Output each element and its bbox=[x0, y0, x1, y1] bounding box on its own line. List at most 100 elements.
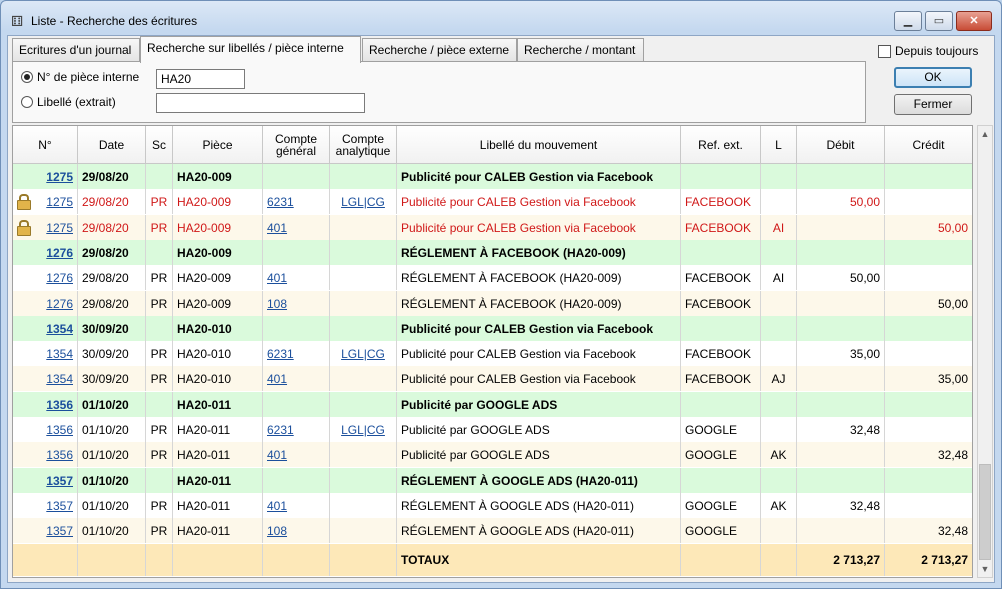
table-row[interactable]: 1357 01/10/20 PR HA20-011 401 RÉGLEMENT À GOO… bbox=[13, 493, 972, 518]
col-piece-value: HA20-010 bbox=[177, 346, 232, 361]
group-row[interactable]: 1356 01/10/20 HA20-011 Publicité par GOOGLE… bbox=[13, 392, 972, 417]
col-compte-analytique-cell bbox=[330, 291, 397, 316]
col-l-cell bbox=[761, 164, 797, 189]
scroll-up-arrow[interactable]: ▲ bbox=[978, 126, 992, 142]
col-date-value: 01/10/20 bbox=[82, 498, 129, 513]
col-l-value: AK bbox=[770, 498, 787, 513]
tab-recherche-libelles[interactable]: Recherche sur libellés / pièce interne bbox=[140, 36, 361, 63]
col-piece-cell: HA20-011 bbox=[173, 493, 263, 518]
col-libelle-cell: Publicité pour CALEB Gestion via Faceboo… bbox=[397, 366, 681, 391]
compte-general-link[interactable]: 6231 bbox=[267, 347, 294, 361]
col-num-cell: 1276 bbox=[13, 240, 78, 265]
entry-number-link[interactable]: 1357 bbox=[46, 499, 73, 513]
table-row[interactable]: 1276 29/08/20 PR HA20-009 108 RÉGLEMENT À FAC… bbox=[13, 291, 972, 316]
minimize-button[interactable]: ▁ bbox=[894, 11, 922, 31]
vertical-scrollbar[interactable]: ▲ ▼ bbox=[977, 125, 993, 578]
depuis-toujours-row[interactable]: Depuis toujours bbox=[878, 44, 978, 58]
col-credit-cell bbox=[885, 341, 972, 366]
col-num-cell: 1354 bbox=[13, 341, 78, 366]
table-row[interactable]: 1354 30/09/20 PR HA20-010 6231 LGL|CG Publicit… bbox=[13, 341, 972, 366]
header-col-date[interactable]: Date bbox=[78, 126, 146, 164]
piece-radio-row[interactable]: N° de pièce interne bbox=[21, 68, 139, 86]
title-bar[interactable]: ⚅ Liste - Recherche des écritures ▁ ▭ ✕ bbox=[1, 1, 1001, 37]
header-col-ref-ext[interactable]: Ref. ext. bbox=[681, 126, 761, 164]
entry-number-link[interactable]: 1356 bbox=[46, 423, 73, 437]
table-row[interactable]: 1356 01/10/20 PR HA20-011 6231 LGL|CG Publicit… bbox=[13, 417, 972, 442]
entry-number-link[interactable]: 1275 bbox=[46, 170, 73, 184]
entry-number-link[interactable]: 1276 bbox=[46, 246, 73, 260]
group-row[interactable]: 1275 29/08/20 HA20-009 Publicité pour CALEB… bbox=[13, 164, 972, 189]
header-col-piece[interactable]: Pièce bbox=[173, 126, 263, 164]
group-row[interactable]: 1354 30/09/20 HA20-010 Publicité pour CALEB… bbox=[13, 316, 972, 341]
scroll-down-arrow[interactable]: ▼ bbox=[978, 561, 992, 577]
header-col-num[interactable]: N° bbox=[13, 126, 78, 164]
fermer-button[interactable]: Fermer bbox=[894, 94, 972, 115]
depuis-toujours-checkbox[interactable] bbox=[878, 44, 891, 58]
header-col-debit[interactable]: Débit bbox=[797, 126, 885, 164]
compte-general-link[interactable]: 401 bbox=[267, 448, 287, 462]
entry-number-link[interactable]: 1354 bbox=[46, 347, 73, 361]
compte-analytique-link[interactable]: LGL|CG bbox=[341, 347, 385, 361]
compte-general-link[interactable]: 401 bbox=[267, 271, 287, 285]
group-row[interactable]: 1357 01/10/20 HA20-011 RÉGLEMENT À GOOGLE A… bbox=[13, 468, 972, 493]
compte-general-link[interactable]: 401 bbox=[267, 372, 287, 386]
header-col-compte-analytique[interactable]: Compte analytique bbox=[330, 126, 397, 164]
compte-general-link[interactable]: 401 bbox=[267, 221, 287, 235]
col-debit-cell: 32,48 bbox=[797, 493, 885, 518]
col-debit-cell bbox=[797, 442, 885, 467]
piece-radio[interactable] bbox=[21, 71, 33, 83]
compte-general-link[interactable]: 108 bbox=[267, 524, 287, 538]
table-row[interactable]: 1275 29/08/20 PR HA20-009 6231 LGL|CG Publicit… bbox=[13, 189, 972, 214]
compte-analytique-link[interactable]: LGL|CG bbox=[341, 195, 385, 209]
col-num-cell: 1275 bbox=[13, 164, 78, 189]
header-col-libelle[interactable]: Libellé du mouvement bbox=[397, 126, 681, 164]
table-row[interactable]: 1356 01/10/20 PR HA20-011 401 Publicité par G… bbox=[13, 442, 972, 467]
col-l-value: AI bbox=[772, 270, 785, 285]
header-col-compte-general[interactable]: Compte général bbox=[263, 126, 330, 164]
compte-analytique-link[interactable]: LGL|CG bbox=[341, 423, 385, 437]
ok-button[interactable]: OK bbox=[894, 67, 972, 88]
entry-number-link[interactable]: 1276 bbox=[46, 297, 73, 311]
table-row[interactable]: 1276 29/08/20 PR HA20-009 401 RÉGLEMENT À FAC… bbox=[13, 265, 972, 290]
piece-input[interactable]: HA20 bbox=[156, 69, 245, 89]
col-piece-value: HA20-011 bbox=[177, 498, 231, 513]
table-row[interactable]: 1275 29/08/20 PR HA20-009 401 Publicité pour … bbox=[13, 215, 972, 240]
col-credit-value: 50,00 bbox=[937, 296, 968, 311]
tab-ecritures-journal[interactable]: Ecritures d'un journal bbox=[12, 38, 140, 62]
table-row[interactable]: 1354 30/09/20 PR HA20-010 401 Publicité pour … bbox=[13, 366, 972, 391]
entry-number-link[interactable]: 1275 bbox=[46, 221, 73, 235]
col-sc-cell: PR bbox=[146, 341, 173, 366]
close-button[interactable]: ✕ bbox=[956, 11, 992, 31]
entry-number-link[interactable]: 1354 bbox=[46, 322, 73, 336]
entries-grid[interactable]: N° Date Sc Pièce Compte général Compte analyt… bbox=[12, 125, 973, 578]
tab-recherche-montant[interactable]: Recherche / montant bbox=[517, 38, 644, 62]
compte-general-link[interactable]: 108 bbox=[267, 297, 287, 311]
scroll-thumb[interactable] bbox=[979, 464, 991, 560]
libelle-radio-row[interactable]: Libellé (extrait) bbox=[21, 93, 116, 111]
col-date-cell: 29/08/20 bbox=[78, 291, 146, 316]
header-col-l[interactable]: L bbox=[761, 126, 797, 164]
col-compte-general-cell: 6231 bbox=[263, 417, 330, 442]
entry-number-link[interactable]: 1354 bbox=[46, 372, 73, 386]
table-row[interactable]: 1357 01/10/20 PR HA20-011 108 RÉGLEMENT À GOO… bbox=[13, 518, 972, 543]
entry-number-link[interactable]: 1276 bbox=[46, 271, 73, 285]
header-col-credit[interactable]: Crédit bbox=[885, 126, 972, 164]
tab-recherche-piece-externe[interactable]: Recherche / pièce externe bbox=[362, 38, 517, 62]
col-debit-value: 32,48 bbox=[849, 498, 880, 513]
header-col-sc[interactable]: Sc bbox=[146, 126, 173, 164]
entry-number-link[interactable]: 1356 bbox=[46, 398, 73, 412]
entry-number-link[interactable]: 1357 bbox=[46, 474, 73, 488]
col-compte-general-cell: 6231 bbox=[263, 341, 330, 366]
compte-general-link[interactable]: 6231 bbox=[267, 195, 294, 209]
maximize-button[interactable]: ▭ bbox=[925, 11, 953, 31]
group-row[interactable]: 1276 29/08/20 HA20-009 RÉGLEMENT À FACEBOOK… bbox=[13, 240, 972, 265]
compte-general-link[interactable]: 401 bbox=[267, 499, 287, 513]
col-sc-cell: PR bbox=[146, 366, 173, 391]
col-debit-cell: 32,48 bbox=[797, 417, 885, 442]
entry-number-link[interactable]: 1356 bbox=[46, 448, 73, 462]
compte-general-link[interactable]: 6231 bbox=[267, 423, 294, 437]
entry-number-link[interactable]: 1357 bbox=[46, 524, 73, 538]
entry-number-link[interactable]: 1275 bbox=[46, 195, 73, 209]
libelle-input[interactable] bbox=[156, 93, 365, 113]
libelle-radio[interactable] bbox=[21, 96, 33, 108]
